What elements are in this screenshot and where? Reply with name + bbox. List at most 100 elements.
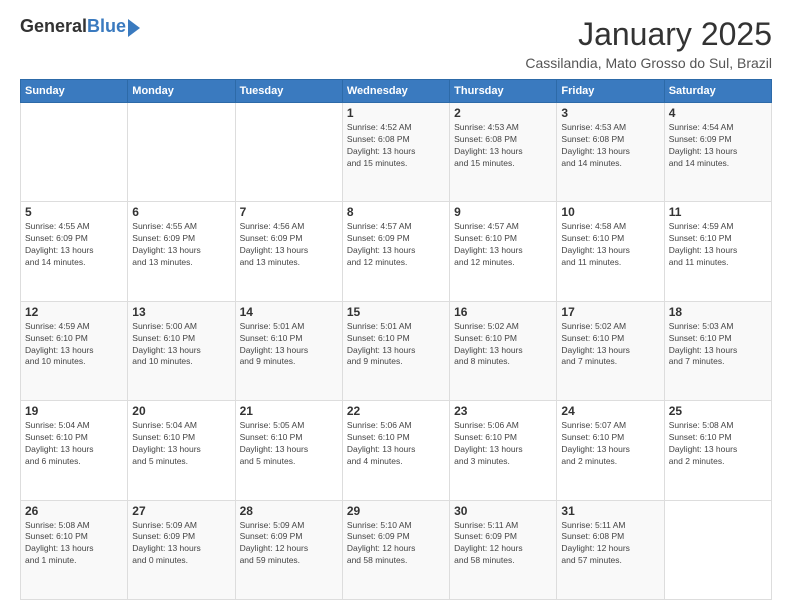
calendar-cell: 31 Sunrise: 5:11 AM Sunset: 6:08 PM Dayli… xyxy=(557,500,664,599)
weekday-header-tuesday: Tuesday xyxy=(235,80,342,103)
calendar-cell: 23 Sunrise: 5:06 AM Sunset: 6:10 PM Dayli… xyxy=(450,401,557,500)
weekday-header-wednesday: Wednesday xyxy=(342,80,449,103)
calendar-cell: 22 Sunrise: 5:06 AM Sunset: 6:10 PM Dayli… xyxy=(342,401,449,500)
calendar-cell: 27 Sunrise: 5:09 AM Sunset: 6:09 PM Dayli… xyxy=(128,500,235,599)
calendar-cell: 12Sunrise: 4:59 AM Sunset: 6:10 PM Dayli… xyxy=(21,301,128,400)
day-number: 21 xyxy=(240,404,338,418)
weekday-row: SundayMondayTuesdayWednesdayThursdayFrid… xyxy=(21,80,772,103)
calendar-cell: 15Sunrise: 5:01 AM Sunset: 6:10 PM Dayli… xyxy=(342,301,449,400)
day-info: Sunrise: 5:11 AM Sunset: 6:08 PM Dayligh… xyxy=(561,520,659,568)
day-number: 10 xyxy=(561,205,659,219)
day-info: Sunrise: 5:01 AM Sunset: 6:10 PM Dayligh… xyxy=(347,321,445,369)
logo: General Blue xyxy=(20,16,140,37)
week-row-5: 26 Sunrise: 5:08 AM Sunset: 6:10 PM Dayli… xyxy=(21,500,772,599)
calendar-subtitle: Cassilandia, Mato Grosso do Sul, Brazil xyxy=(525,55,772,71)
day-number: 5 xyxy=(25,205,123,219)
logo-arrow-icon xyxy=(128,19,140,37)
calendar-cell: 9 Sunrise: 4:57 AM Sunset: 6:10 PM Daylig… xyxy=(450,202,557,301)
day-info: Sunrise: 5:06 AM Sunset: 6:10 PM Dayligh… xyxy=(454,420,552,468)
logo-general-text: General xyxy=(20,16,87,37)
day-number: 17 xyxy=(561,305,659,319)
calendar-cell: 6 Sunrise: 4:55 AM Sunset: 6:09 PM Daylig… xyxy=(128,202,235,301)
day-info: Sunrise: 5:09 AM Sunset: 6:09 PM Dayligh… xyxy=(132,520,230,568)
calendar-cell: 13Sunrise: 5:00 AM Sunset: 6:10 PM Dayli… xyxy=(128,301,235,400)
day-info: Sunrise: 5:02 AM Sunset: 6:10 PM Dayligh… xyxy=(561,321,659,369)
day-info: Sunrise: 4:57 AM Sunset: 6:10 PM Dayligh… xyxy=(454,221,552,269)
page: General Blue January 2025 Cassilandia, M… xyxy=(0,0,792,612)
day-number: 6 xyxy=(132,205,230,219)
day-number: 3 xyxy=(561,106,659,120)
day-info: Sunrise: 5:08 AM Sunset: 6:10 PM Dayligh… xyxy=(669,420,767,468)
calendar-cell: 24 Sunrise: 5:07 AM Sunset: 6:10 PM Dayli… xyxy=(557,401,664,500)
calendar-cell: 26 Sunrise: 5:08 AM Sunset: 6:10 PM Dayli… xyxy=(21,500,128,599)
calendar-cell: 1Sunrise: 4:52 AM Sunset: 6:08 PM Daylig… xyxy=(342,103,449,202)
day-number: 14 xyxy=(240,305,338,319)
calendar-cell: 30 Sunrise: 5:11 AM Sunset: 6:09 PM Dayli… xyxy=(450,500,557,599)
week-row-4: 19Sunrise: 5:04 AM Sunset: 6:10 PM Dayli… xyxy=(21,401,772,500)
day-number: 26 xyxy=(25,504,123,518)
week-row-1: 1Sunrise: 4:52 AM Sunset: 6:08 PM Daylig… xyxy=(21,103,772,202)
calendar-header: SundayMondayTuesdayWednesdayThursdayFrid… xyxy=(21,80,772,103)
day-number: 11 xyxy=(669,205,767,219)
weekday-header-thursday: Thursday xyxy=(450,80,557,103)
day-info: Sunrise: 4:55 AM Sunset: 6:09 PM Dayligh… xyxy=(132,221,230,269)
day-info: Sunrise: 4:59 AM Sunset: 6:10 PM Dayligh… xyxy=(669,221,767,269)
header: General Blue January 2025 Cassilandia, M… xyxy=(20,16,772,71)
day-info: Sunrise: 5:08 AM Sunset: 6:10 PM Dayligh… xyxy=(25,520,123,568)
calendar-table: SundayMondayTuesdayWednesdayThursdayFrid… xyxy=(20,79,772,600)
day-info: Sunrise: 5:04 AM Sunset: 6:10 PM Dayligh… xyxy=(132,420,230,468)
title-section: January 2025 Cassilandia, Mato Grosso do… xyxy=(525,16,772,71)
day-number: 8 xyxy=(347,205,445,219)
day-info: Sunrise: 4:57 AM Sunset: 6:09 PM Dayligh… xyxy=(347,221,445,269)
day-info: Sunrise: 5:09 AM Sunset: 6:09 PM Dayligh… xyxy=(240,520,338,568)
calendar-cell xyxy=(664,500,771,599)
day-number: 4 xyxy=(669,106,767,120)
calendar-cell: 18 Sunrise: 5:03 AM Sunset: 6:10 PM Dayli… xyxy=(664,301,771,400)
day-number: 12 xyxy=(25,305,123,319)
day-info: Sunrise: 5:03 AM Sunset: 6:10 PM Dayligh… xyxy=(669,321,767,369)
day-number: 30 xyxy=(454,504,552,518)
weekday-header-friday: Friday xyxy=(557,80,664,103)
day-info: Sunrise: 4:56 AM Sunset: 6:09 PM Dayligh… xyxy=(240,221,338,269)
calendar-cell: 4 Sunrise: 4:54 AM Sunset: 6:09 PM Daylig… xyxy=(664,103,771,202)
calendar-cell: 3 Sunrise: 4:53 AM Sunset: 6:08 PM Daylig… xyxy=(557,103,664,202)
day-number: 29 xyxy=(347,504,445,518)
calendar-title: January 2025 xyxy=(525,16,772,53)
day-number: 31 xyxy=(561,504,659,518)
day-info: Sunrise: 5:00 AM Sunset: 6:10 PM Dayligh… xyxy=(132,321,230,369)
calendar-cell: 28Sunrise: 5:09 AM Sunset: 6:09 PM Dayli… xyxy=(235,500,342,599)
day-number: 2 xyxy=(454,106,552,120)
day-number: 24 xyxy=(561,404,659,418)
calendar-cell: 10 Sunrise: 4:58 AM Sunset: 6:10 PM Dayli… xyxy=(557,202,664,301)
day-number: 7 xyxy=(240,205,338,219)
day-info: Sunrise: 4:55 AM Sunset: 6:09 PM Dayligh… xyxy=(25,221,123,269)
calendar-cell: 17 Sunrise: 5:02 AM Sunset: 6:10 PM Dayli… xyxy=(557,301,664,400)
day-info: Sunrise: 5:04 AM Sunset: 6:10 PM Dayligh… xyxy=(25,420,123,468)
day-number: 27 xyxy=(132,504,230,518)
calendar-cell: 5 Sunrise: 4:55 AM Sunset: 6:09 PM Daylig… xyxy=(21,202,128,301)
calendar-cell: 19Sunrise: 5:04 AM Sunset: 6:10 PM Dayli… xyxy=(21,401,128,500)
day-number: 9 xyxy=(454,205,552,219)
day-info: Sunrise: 4:53 AM Sunset: 6:08 PM Dayligh… xyxy=(454,122,552,170)
day-number: 22 xyxy=(347,404,445,418)
day-number: 25 xyxy=(669,404,767,418)
day-info: Sunrise: 5:07 AM Sunset: 6:10 PM Dayligh… xyxy=(561,420,659,468)
day-info: Sunrise: 5:10 AM Sunset: 6:09 PM Dayligh… xyxy=(347,520,445,568)
day-info: Sunrise: 5:11 AM Sunset: 6:09 PM Dayligh… xyxy=(454,520,552,568)
day-info: Sunrise: 4:54 AM Sunset: 6:09 PM Dayligh… xyxy=(669,122,767,170)
calendar-cell: 21 Sunrise: 5:05 AM Sunset: 6:10 PM Dayli… xyxy=(235,401,342,500)
day-info: Sunrise: 5:06 AM Sunset: 6:10 PM Dayligh… xyxy=(347,420,445,468)
calendar-cell: 20Sunrise: 5:04 AM Sunset: 6:10 PM Dayli… xyxy=(128,401,235,500)
day-info: Sunrise: 4:53 AM Sunset: 6:08 PM Dayligh… xyxy=(561,122,659,170)
calendar-cell: 2 Sunrise: 4:53 AM Sunset: 6:08 PM Daylig… xyxy=(450,103,557,202)
day-info: Sunrise: 4:58 AM Sunset: 6:10 PM Dayligh… xyxy=(561,221,659,269)
day-info: Sunrise: 5:05 AM Sunset: 6:10 PM Dayligh… xyxy=(240,420,338,468)
day-number: 18 xyxy=(669,305,767,319)
calendar-cell xyxy=(235,103,342,202)
week-row-2: 5 Sunrise: 4:55 AM Sunset: 6:09 PM Daylig… xyxy=(21,202,772,301)
day-number: 23 xyxy=(454,404,552,418)
weekday-header-sunday: Sunday xyxy=(21,80,128,103)
weekday-header-saturday: Saturday xyxy=(664,80,771,103)
calendar-body: 1Sunrise: 4:52 AM Sunset: 6:08 PM Daylig… xyxy=(21,103,772,600)
calendar-cell: 16Sunrise: 5:02 AM Sunset: 6:10 PM Dayli… xyxy=(450,301,557,400)
